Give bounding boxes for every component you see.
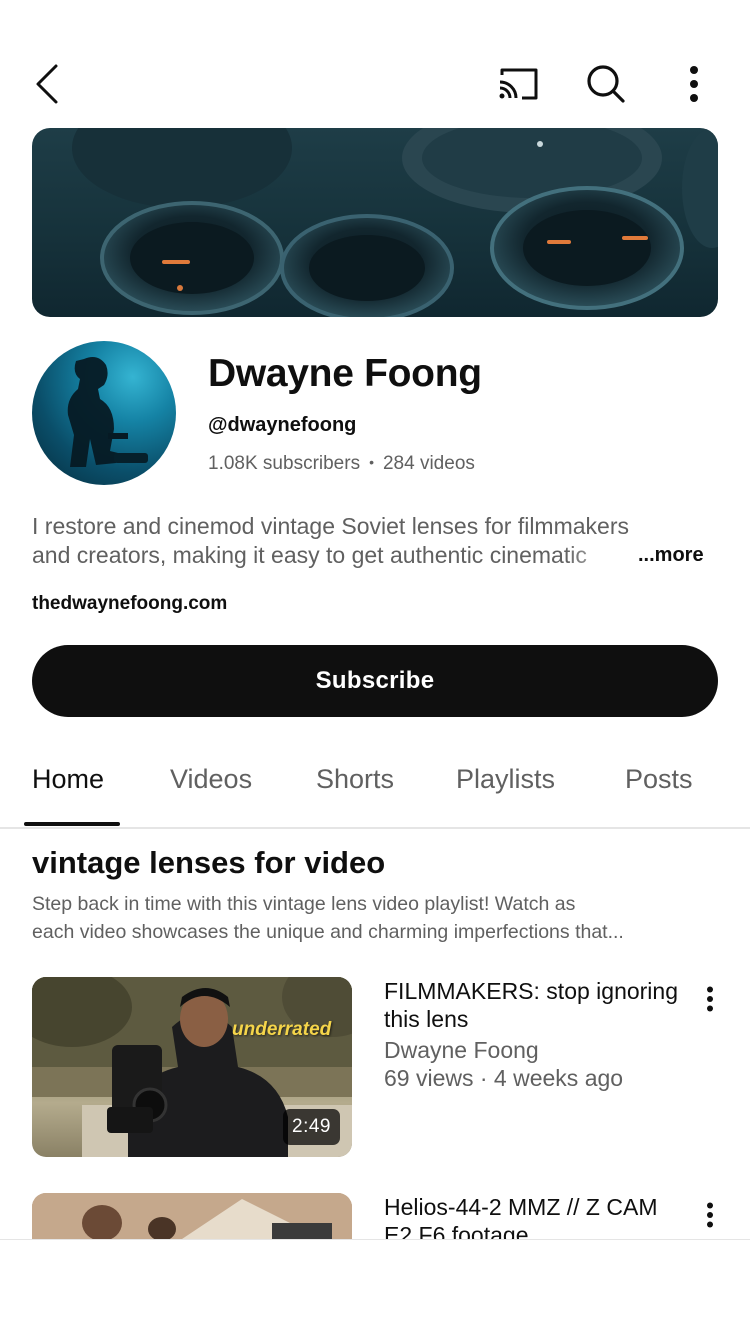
more-vertical-icon (690, 66, 698, 102)
cast-button[interactable] (492, 58, 544, 110)
tab-playlists[interactable]: Playlists (456, 764, 555, 795)
more-vertical-icon (707, 986, 713, 1012)
chevron-left-icon (36, 64, 58, 104)
video-title[interactable]: FILMMAKERS: stop ignoring this lens (384, 977, 684, 1033)
avatar-silhouette-image (67, 357, 148, 467)
video-list-viewport: Helios-44-2 MMZ // Z CAM E2 F6 footage (0, 1193, 750, 1239)
video-thumbnail[interactable]: underrated 2:49 (32, 977, 352, 1157)
video-thumbnail[interactable] (32, 1193, 352, 1239)
subscribe-button[interactable]: Subscribe (32, 645, 718, 717)
channel-banner (32, 128, 718, 317)
thumbnail-image (32, 1193, 352, 1239)
channel-avatar[interactable] (32, 341, 176, 485)
channel-stats: 1.08K subscribers • 284 videos (208, 453, 475, 475)
tab-posts[interactable]: Posts (625, 764, 693, 795)
thumbnail-caption: underrated (232, 1019, 332, 1040)
back-button[interactable] (22, 58, 74, 110)
more-link[interactable]: ...more (638, 544, 704, 567)
channel-name: Dwayne Foong (208, 352, 482, 395)
channel-tabs: Home Videos Shorts Playlists Posts (0, 740, 750, 829)
section-description-line: each video showcases the unique and char… (32, 921, 624, 943)
active-tab-indicator (24, 822, 120, 826)
tab-videos[interactable]: Videos (170, 764, 252, 795)
video-meta: 69 views · 4 weeks ago (384, 1065, 624, 1091)
video-duration: 2:49 (283, 1109, 340, 1145)
video-more-button[interactable] (696, 1201, 724, 1229)
section-title[interactable]: vintage lenses for video (32, 845, 385, 881)
video-channel: Dwayne Foong (384, 1037, 539, 1063)
top-app-bar (0, 0, 750, 128)
subscriber-count: 1.08K subscribers (208, 453, 361, 474)
section-description-line: Step back in time with this vintage lens… (32, 893, 576, 915)
video-count: 284 videos (382, 453, 475, 474)
tab-shorts[interactable]: Shorts (316, 764, 394, 795)
video-more-button[interactable] (696, 985, 724, 1013)
channel-website-link[interactable]: thedwaynefoong.com (32, 593, 227, 615)
tab-home[interactable]: Home (32, 764, 104, 795)
search-button[interactable] (580, 58, 632, 110)
video-title[interactable]: Helios-44-2 MMZ // Z CAM E2 F6 footage (384, 1193, 684, 1239)
separator-dot: • (369, 454, 374, 470)
more-vertical-icon (707, 1202, 713, 1228)
search-icon (587, 65, 625, 103)
channel-description[interactable]: I restore and cinemod vintage Soviet len… (32, 512, 718, 570)
bottom-divider (0, 1239, 750, 1240)
description-line: and creators, making it easy to get auth… (32, 542, 587, 568)
video-item[interactable]: Helios-44-2 MMZ // Z CAM E2 F6 footage (0, 1193, 750, 1239)
description-line: I restore and cinemod vintage Soviet len… (32, 513, 629, 539)
section-description: Step back in time with this vintage lens… (32, 890, 712, 946)
video-item[interactable]: underrated 2:49 FILMMAKERS: stop ignorin… (0, 977, 750, 1177)
channel-handle: @dwaynefoong (208, 414, 357, 436)
lens-banner-image (72, 128, 718, 317)
more-options-button[interactable] (668, 58, 720, 110)
cast-icon (499, 68, 538, 100)
